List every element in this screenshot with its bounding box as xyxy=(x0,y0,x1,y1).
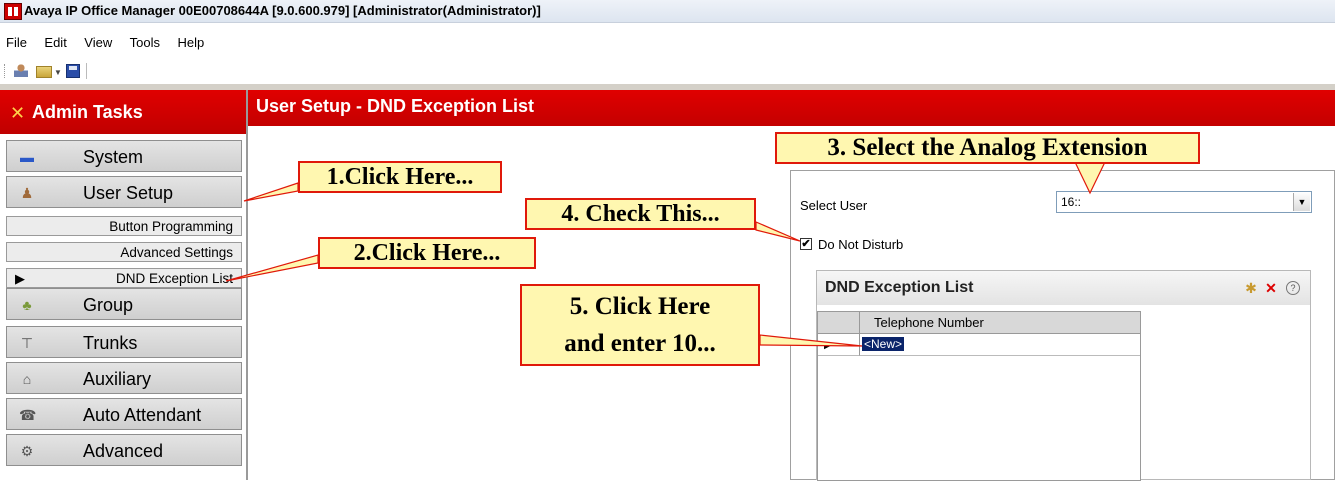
column-header-telephone-number[interactable]: Telephone Number xyxy=(860,312,1140,334)
page-title: User Setup - DND Exception List xyxy=(256,96,535,116)
user-icon: ♟ xyxy=(20,185,34,201)
menu-view[interactable]: View xyxy=(84,35,112,50)
sidebar-item-system[interactable]: ▬ System xyxy=(6,140,242,172)
selected-arrow-icon: ▶ xyxy=(15,271,25,286)
callout-step-1: 1.Click Here... xyxy=(298,161,502,193)
menu-edit[interactable]: Edit xyxy=(44,35,66,50)
do-not-disturb-checkbox[interactable]: ✔ xyxy=(800,238,812,250)
toolbar: ▼ xyxy=(0,60,1335,82)
sidebar-item-auxiliary[interactable]: ⌂ Auxiliary xyxy=(6,362,242,394)
chevron-down-icon[interactable]: ▼ xyxy=(1293,193,1310,211)
dnd-panel-header: DND Exception List ✱ ✕ ? xyxy=(817,271,1310,305)
column-header-label: Telephone Number xyxy=(874,315,984,330)
title-bar: Avaya IP Office Manager 00E00708644A [9.… xyxy=(0,0,1335,23)
sidebar-item-auto-attendant[interactable]: ☎ Auto Attendant xyxy=(6,398,242,430)
sidebar-item-group[interactable]: ♣ Group xyxy=(6,288,242,320)
callout-1-leader xyxy=(243,182,299,202)
open-folder-icon[interactable] xyxy=(36,66,52,78)
dnd-panel-title: DND Exception List xyxy=(825,279,974,296)
new-entry-icon[interactable]: ✱ xyxy=(1244,281,1258,295)
sidebar-item-user-setup[interactable]: ♟ User Setup xyxy=(6,176,242,208)
avaya-app-icon xyxy=(4,3,22,20)
sidebar-item-label: Group xyxy=(83,295,134,315)
callout-step-2: 2.Click Here... xyxy=(318,237,536,269)
current-row-arrow-icon: ▶ xyxy=(824,340,832,351)
sidebar-item-label: User Setup xyxy=(83,183,174,203)
callout-step-4: 4. Check This... xyxy=(525,198,756,230)
do-not-disturb-label: Do Not Disturb xyxy=(818,237,904,252)
callout-step-5-line-2: and enter 10... xyxy=(564,330,716,357)
menu-bar: File Edit View Tools Help xyxy=(0,34,1335,56)
trunks-icon: ⊤ xyxy=(20,335,34,351)
dnd-exception-panel: DND Exception List ✱ ✕ ? Telephone Numbe… xyxy=(816,270,1311,481)
sidebar-item-label: Trunks xyxy=(83,333,138,353)
new-entry-cell-value: <New> xyxy=(862,337,905,351)
system-icon: ▬ xyxy=(20,149,34,165)
delete-icon[interactable]: ✕ xyxy=(1264,281,1278,295)
admin-tasks-title: Admin Tasks xyxy=(32,102,143,122)
tools-icon: ✕ xyxy=(10,103,26,123)
admin-tasks-panel: ✕ Admin Tasks ▬ System ♟ User Setup Butt… xyxy=(0,90,248,480)
sidebar-item-trunks[interactable]: ⊤ Trunks xyxy=(6,326,242,358)
page-header: User Setup - DND Exception List xyxy=(248,90,1335,126)
exception-grid: Telephone Number ▶ <New> xyxy=(817,311,1141,481)
menu-tools[interactable]: Tools xyxy=(130,35,160,50)
save-icon[interactable] xyxy=(66,64,80,78)
grid-corner xyxy=(818,312,860,334)
sidebar-item-label: Advanced xyxy=(83,441,164,461)
auto-attendant-icon: ☎ xyxy=(19,407,37,423)
advanced-icon: ⚙ xyxy=(20,443,34,459)
sidebar-item-label: Auxiliary xyxy=(83,369,152,389)
sidebar-item-label: System xyxy=(83,147,144,167)
subitem-label: DND Exception List xyxy=(115,271,233,286)
chevron-down-icon[interactable]: ▼ xyxy=(54,68,62,82)
subitem-button-programming[interactable]: Button Programming xyxy=(6,216,242,236)
row-header[interactable]: ▶ xyxy=(818,334,860,356)
subitem-label: Advanced Settings xyxy=(120,245,233,260)
select-user-value: 16:: xyxy=(1061,195,1082,209)
callout-step-3: 3. Select the Analog Extension xyxy=(775,132,1200,164)
select-user-label: Select User xyxy=(800,198,868,213)
callout-step-5: 5. Click Here and enter 10... xyxy=(520,284,760,366)
sidebar-item-advanced[interactable]: ⚙ Advanced xyxy=(6,434,242,466)
group-icon: ♣ xyxy=(22,297,32,313)
select-user-dropdown[interactable]: 16:: ▼ xyxy=(1056,191,1312,213)
subitem-dnd-exception-list[interactable]: ▶ DND Exception List xyxy=(6,268,242,288)
auxiliary-icon: ⌂ xyxy=(22,371,32,387)
admin-tasks-header: ✕ Admin Tasks xyxy=(0,90,246,134)
toolbar-separator xyxy=(86,63,87,79)
help-icon[interactable]: ? xyxy=(1286,281,1300,295)
telephone-number-cell[interactable]: <New> xyxy=(860,334,1140,356)
callout-step-5-line-1: 5. Click Here xyxy=(569,293,711,320)
menu-file[interactable]: File xyxy=(6,35,27,50)
user-icon[interactable] xyxy=(14,63,28,77)
toolbar-grip[interactable] xyxy=(4,64,7,78)
subitem-advanced-settings[interactable]: Advanced Settings xyxy=(6,242,242,262)
menu-help[interactable]: Help xyxy=(177,35,204,50)
window-title: Avaya IP Office Manager 00E00708644A [9.… xyxy=(24,3,541,18)
subitem-label: Button Programming xyxy=(109,219,233,234)
sidebar-item-label: Auto Attendant xyxy=(83,405,202,425)
